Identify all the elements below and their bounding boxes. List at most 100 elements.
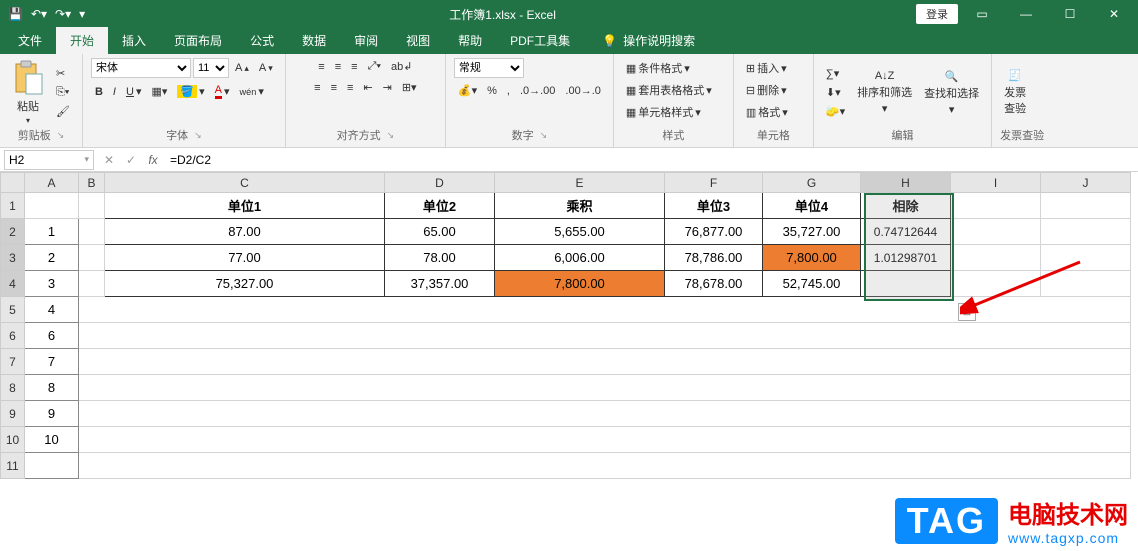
align-top-button[interactable]: ≡ [314, 59, 328, 75]
colhdr-e[interactable]: E [495, 173, 665, 193]
cell-h4[interactable] [861, 271, 951, 297]
ribbon-options-icon[interactable]: ▭ [962, 0, 1002, 28]
cell-b1[interactable] [79, 193, 105, 219]
cell-e2[interactable]: 5,655.00 [495, 219, 665, 245]
colhdr-i[interactable]: I [951, 173, 1041, 193]
orientation-button[interactable]: ⤢▾ [364, 58, 385, 75]
fill-color-button[interactable]: 🪣▾ [173, 83, 208, 100]
cell-b3[interactable] [79, 245, 105, 271]
tab-formulas[interactable]: 公式 [236, 27, 288, 54]
accounting-button[interactable]: 💰▾ [454, 82, 481, 99]
conditional-format-button[interactable]: ▦ 条件格式 ▾ [622, 58, 694, 78]
increase-decimal-button[interactable]: .0→.00 [516, 83, 559, 99]
cell-h2[interactable]: 0.74712644 [861, 219, 951, 245]
formula-enter-icon[interactable]: ✓ [120, 153, 142, 167]
sort-filter-button[interactable]: A↓Z 排序和筛选▾ [853, 68, 916, 117]
bold-button[interactable]: B [91, 84, 107, 100]
grow-font-button[interactable]: A▴ [231, 60, 253, 76]
cell-a10[interactable]: 10 [25, 427, 79, 453]
align-bottom-button[interactable]: ≡ [347, 59, 361, 75]
formula-input[interactable] [164, 153, 1138, 167]
insert-cells-button[interactable]: ⊞ 插入 ▾ [742, 58, 791, 78]
delete-cells-button[interactable]: ⊟ 删除 ▾ [742, 80, 791, 100]
number-launcher[interactable]: ↘ [540, 130, 548, 141]
increase-indent-button[interactable]: ⇥ [379, 79, 396, 96]
redo-icon[interactable]: ↷▾ [55, 7, 71, 21]
phonetic-button[interactable]: wén▾ [236, 83, 268, 100]
cell-f2[interactable]: 76,877.00 [665, 219, 763, 245]
cell-a4[interactable]: 3 [25, 271, 79, 297]
cell-d3[interactable]: 78.00 [385, 245, 495, 271]
cell-c4[interactable]: 75,327.00 [105, 271, 385, 297]
cell-d1[interactable]: 单位2 [385, 193, 495, 219]
cell-i1[interactable] [951, 193, 1041, 219]
colhdr-a[interactable]: A [25, 173, 79, 193]
cell-a9[interactable]: 9 [25, 401, 79, 427]
fill-button[interactable]: ⬇▾ [822, 84, 849, 101]
font-launcher[interactable]: ↘ [194, 130, 202, 141]
save-icon[interactable]: 💾 [8, 7, 23, 21]
cell-f1[interactable]: 单位3 [665, 193, 763, 219]
cell-e1[interactable]: 乘积 [495, 193, 665, 219]
tab-pagelayout[interactable]: 页面布局 [160, 27, 236, 54]
colhdr-c[interactable]: C [105, 173, 385, 193]
shrink-font-button[interactable]: A▾ [255, 60, 277, 76]
format-cells-button[interactable]: ▥ 格式 ▾ [742, 102, 792, 122]
colhdr-j[interactable]: J [1041, 173, 1131, 193]
cell-e3[interactable]: 6,006.00 [495, 245, 665, 271]
font-color-button[interactable]: A▾ [211, 82, 234, 101]
minimize-icon[interactable]: — [1006, 0, 1046, 28]
tab-pdf[interactable]: PDF工具集 [496, 27, 584, 54]
tab-view[interactable]: 视图 [392, 27, 444, 54]
align-center-button[interactable]: ≡ [327, 80, 341, 96]
font-name-select[interactable]: 宋体 [91, 58, 191, 78]
cell-a8[interactable]: 8 [25, 375, 79, 401]
invoice-verify-button[interactable]: 🧾 发票 查验 [1000, 67, 1030, 118]
rowhdr-8[interactable]: 8 [1, 375, 25, 401]
rowhdr-6[interactable]: 6 [1, 323, 25, 349]
cell-h3[interactable]: 1.01298701 [861, 245, 951, 271]
paste-button[interactable]: 粘贴 ▾ [8, 58, 48, 127]
cell-e4[interactable]: 7,800.00 [495, 271, 665, 297]
cell-g3[interactable]: 7,800.00 [763, 245, 861, 271]
font-size-select[interactable]: 11 [193, 58, 229, 78]
cell-a11[interactable] [25, 453, 79, 479]
rowhdr-3[interactable]: 3 [1, 245, 25, 271]
underline-button[interactable]: U▾ [122, 83, 145, 100]
rowhdr-11[interactable]: 11 [1, 453, 25, 479]
colhdr-f[interactable]: F [665, 173, 763, 193]
autosum-button[interactable]: ∑▾ [822, 65, 849, 82]
cell-f3[interactable]: 78,786.00 [665, 245, 763, 271]
tab-insert[interactable]: 插入 [108, 27, 160, 54]
cell-d4[interactable]: 37,357.00 [385, 271, 495, 297]
select-all-corner[interactable] [1, 173, 25, 193]
cell-a5[interactable]: 4 [25, 297, 79, 323]
cell-a6[interactable]: 6 [25, 323, 79, 349]
cell-b2[interactable] [79, 219, 105, 245]
rowhdr-10[interactable]: 10 [1, 427, 25, 453]
decrease-decimal-button[interactable]: .00→.0 [561, 83, 604, 99]
format-table-button[interactable]: ▦ 套用表格格式 ▾ [622, 80, 716, 100]
align-launcher[interactable]: ↘ [387, 130, 395, 141]
maximize-icon[interactable]: ☐ [1050, 0, 1090, 28]
cell-g2[interactable]: 35,727.00 [763, 219, 861, 245]
comma-button[interactable]: , [503, 83, 514, 99]
rowhdr-7[interactable]: 7 [1, 349, 25, 375]
rowhdr-9[interactable]: 9 [1, 401, 25, 427]
cell-h1[interactable]: 相除 [861, 193, 951, 219]
merge-center-button[interactable]: ⊞▾ [398, 79, 421, 96]
border-button[interactable]: ▦▾ [147, 83, 171, 100]
cell-d2[interactable]: 65.00 [385, 219, 495, 245]
clipboard-launcher[interactable]: ↘ [57, 130, 65, 141]
close-icon[interactable]: ✕ [1094, 0, 1134, 28]
percent-button[interactable]: % [483, 83, 501, 99]
cell-a3[interactable]: 2 [25, 245, 79, 271]
align-right-button[interactable]: ≡ [343, 80, 357, 96]
colhdr-b[interactable]: B [79, 173, 105, 193]
cell-b4[interactable] [79, 271, 105, 297]
tab-review[interactable]: 审阅 [340, 27, 392, 54]
formula-cancel-icon[interactable]: ✕ [98, 153, 120, 167]
cell-a2[interactable]: 1 [25, 219, 79, 245]
cell-c3[interactable]: 77.00 [105, 245, 385, 271]
number-format-select[interactable]: 常规 [454, 58, 524, 78]
